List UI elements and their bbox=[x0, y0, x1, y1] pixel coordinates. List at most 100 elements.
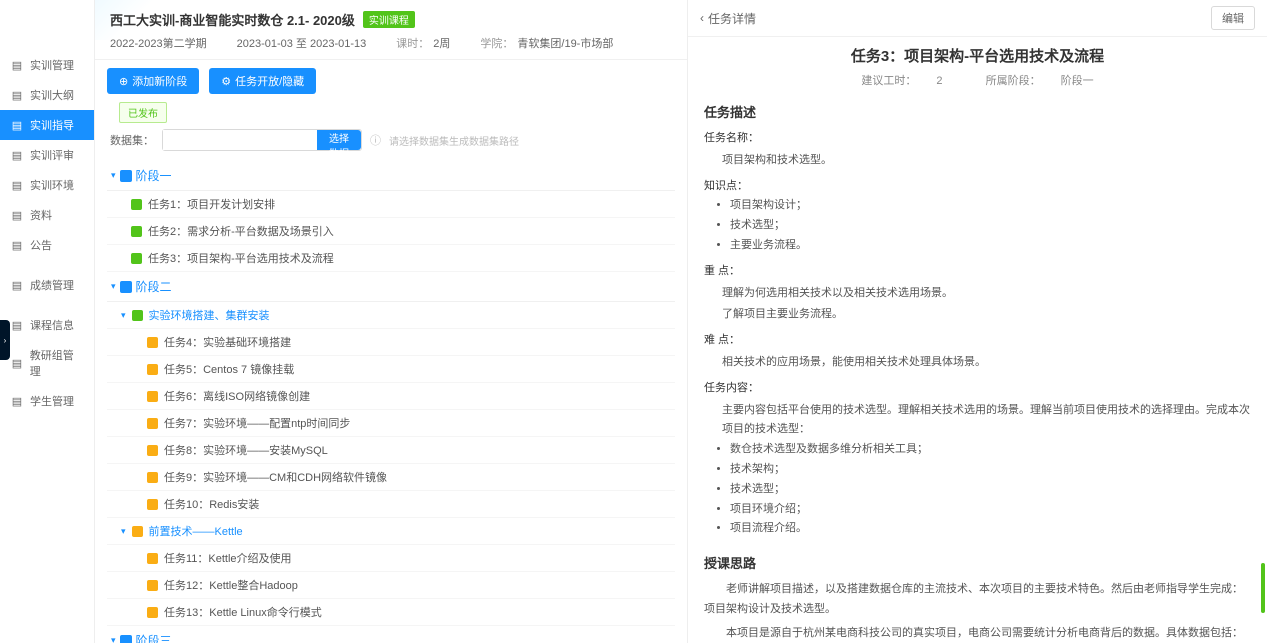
task-icon bbox=[132, 310, 143, 321]
task-icon bbox=[147, 499, 158, 510]
task-icon bbox=[147, 391, 158, 402]
clipboard-icon: ▤ bbox=[10, 58, 24, 72]
task-icon bbox=[147, 364, 158, 375]
task-icon bbox=[131, 253, 142, 264]
expand-handle[interactable]: › bbox=[0, 320, 10, 360]
folder-icon: ▤ bbox=[10, 208, 24, 222]
task-item[interactable]: 任务3：项目架构-平台选用技术及流程 bbox=[107, 245, 675, 272]
task-item[interactable]: 任务13：Kettle Linux命令行模式 bbox=[107, 599, 675, 626]
sidebar-item-grade[interactable]: ▤成绩管理 bbox=[0, 270, 94, 300]
group-icon: ▤ bbox=[10, 356, 24, 370]
course-tag: 实训课程 bbox=[363, 11, 415, 28]
task-icon bbox=[147, 553, 158, 564]
plus-icon: ⊕ bbox=[119, 75, 128, 88]
task-item[interactable]: 任务5：Centos 7 镜像挂载 bbox=[107, 356, 675, 383]
task-icon bbox=[147, 580, 158, 591]
desc-heading: 任务描述 bbox=[704, 102, 1251, 121]
task-item[interactable]: 任务1：项目开发计划安排 bbox=[107, 191, 675, 218]
chart-icon: ▤ bbox=[10, 278, 24, 292]
task-icon bbox=[131, 226, 142, 237]
semester: 2022-2023第二学期 bbox=[110, 35, 207, 51]
main-panel: 西工大实训-商业智能实时数仓 2.1- 2020级 实训课程 2022-2023… bbox=[95, 0, 687, 643]
sidebar-item-review[interactable]: ▤实训评审 bbox=[0, 140, 94, 170]
stage-header-3[interactable]: ▾阶段三 bbox=[107, 626, 675, 643]
publish-status: 已发布 bbox=[119, 102, 167, 123]
substage-header[interactable]: ▾前置技术——Kettle bbox=[107, 518, 675, 545]
task-item[interactable]: 任务2：需求分析-平台数据及场景引入 bbox=[107, 218, 675, 245]
page-title: 西工大实训-商业智能实时数仓 2.1- 2020级 bbox=[110, 10, 355, 29]
task-item[interactable]: 任务6：离线ISO网络镜像创建 bbox=[107, 383, 675, 410]
sidebar-item-env[interactable]: ▤实训环境 bbox=[0, 170, 94, 200]
document-icon: ▤ bbox=[10, 88, 24, 102]
chevron-down-icon: ▾ bbox=[111, 635, 116, 643]
sidebar: ▤实训管理 ▤实训大纲 ▤实训指导 ▤实训评审 ▤实训环境 ▤资料 ▤公告 ▤成… bbox=[0, 0, 95, 643]
scrollbar[interactable] bbox=[1261, 563, 1265, 613]
dataset-selector[interactable]: 选择数据集 bbox=[162, 129, 362, 151]
stage-header-1[interactable]: ▾阶段一 bbox=[107, 161, 675, 191]
teach-heading: 授课思路 bbox=[704, 553, 1251, 572]
stage-icon bbox=[120, 170, 132, 182]
task-icon bbox=[147, 337, 158, 348]
chevron-down-icon: ▾ bbox=[111, 281, 116, 292]
user-icon: ▤ bbox=[10, 394, 24, 408]
gear-icon: ⚙ bbox=[221, 75, 231, 88]
task-icon bbox=[147, 445, 158, 456]
task-item[interactable]: 任务7：实验环境——配置ntp时间同步 bbox=[107, 410, 675, 437]
sidebar-item-outline[interactable]: ▤实训大纲 bbox=[0, 80, 94, 110]
college: 学院：青软集团/19-市场部 bbox=[480, 35, 613, 51]
sidebar-item-training-mgmt[interactable]: ▤实训管理 bbox=[0, 50, 94, 80]
toggle-task-button[interactable]: ⚙任务开放/隐藏 bbox=[209, 68, 316, 94]
detail-meta: 建议工时：2 所属阶段：阶段一 bbox=[704, 72, 1251, 88]
task-icon bbox=[147, 418, 158, 429]
book-icon: ▤ bbox=[10, 118, 24, 132]
substage-header[interactable]: ▾实验环境搭建、集群安装 bbox=[107, 302, 675, 329]
desc-block: 任务名称： 项目架构和技术选型。 知识点： 项目架构设计； 技术选型； 主要业务… bbox=[704, 129, 1251, 539]
page-header: 西工大实训-商业智能实时数仓 2.1- 2020级 实训课程 2022-2023… bbox=[95, 0, 687, 60]
teach-para: 老师讲解项目描述，以及搭建数据仓库的主流技术、本次项目的主要技术特色。然后由老师… bbox=[704, 580, 1251, 620]
stage-icon bbox=[120, 281, 132, 293]
task-icon bbox=[147, 472, 158, 483]
chevron-down-icon: ▾ bbox=[121, 310, 126, 321]
edit-button[interactable]: 编辑 bbox=[1211, 6, 1255, 30]
task-item[interactable]: 任务9：实验环境——CM和CDH网络软件镜像 bbox=[107, 464, 675, 491]
monitor-icon: ▤ bbox=[10, 178, 24, 192]
dataset-input[interactable] bbox=[163, 130, 317, 150]
task-item[interactable]: 任务10：Redis安装 bbox=[107, 491, 675, 518]
add-stage-button[interactable]: ⊕添加新阶段 bbox=[107, 68, 199, 94]
detail-body: 任务3：项目架构-平台选用技术及流程 建议工时：2 所属阶段：阶段一 任务描述 … bbox=[688, 37, 1267, 643]
back-button[interactable]: ‹任务详情 bbox=[700, 10, 756, 27]
task-item[interactable]: 任务8：实验环境——安装MySQL bbox=[107, 437, 675, 464]
dataset-row: 数据集： 选择数据集 ⓘ 请选择数据集生成数据集路径 bbox=[95, 123, 687, 161]
teach-para: 本项目是源自于杭州某电商科技公司的真实项目，电商公司需要统计分析电商背后的数据。… bbox=[704, 624, 1251, 643]
dataset-hint: 请选择数据集生成数据集路径 bbox=[389, 133, 519, 148]
task-item[interactable]: 任务12：Kettle整合Hadoop bbox=[107, 572, 675, 599]
toolbar: ⊕添加新阶段 ⚙任务开放/隐藏 bbox=[95, 60, 687, 102]
sidebar-item-materials[interactable]: ▤资料 bbox=[0, 200, 94, 230]
sidebar-item-students[interactable]: ▤学生管理 bbox=[0, 386, 94, 416]
chevron-down-icon: ▾ bbox=[121, 526, 126, 537]
dataset-label: 数据集： bbox=[110, 132, 154, 148]
chevron-down-icon: ▾ bbox=[111, 170, 116, 181]
chevron-left-icon: ‹ bbox=[700, 11, 704, 25]
stage-header-2[interactable]: ▾阶段二 bbox=[107, 272, 675, 302]
task-detail-panel: ‹任务详情 编辑 任务3：项目架构-平台选用技术及流程 建议工时：2 所属阶段：… bbox=[687, 0, 1267, 643]
task-item[interactable]: 任务11：Kettle介绍及使用 bbox=[107, 545, 675, 572]
books-icon: ▤ bbox=[10, 318, 24, 332]
date-range: 2023-01-03 至 2023-01-13 bbox=[237, 35, 367, 51]
task-icon bbox=[147, 607, 158, 618]
task-item[interactable]: 任务4：实验基础环境搭建 bbox=[107, 329, 675, 356]
sidebar-item-course[interactable]: ▤课程信息 bbox=[0, 310, 94, 340]
bell-icon: ▤ bbox=[10, 238, 24, 252]
select-dataset-button[interactable]: 选择数据集 bbox=[317, 130, 361, 150]
comment-icon: ▤ bbox=[10, 148, 24, 162]
stage-icon bbox=[120, 635, 132, 643]
sidebar-item-teachgroup[interactable]: ▤教研组管理 bbox=[0, 340, 94, 386]
detail-title: 任务3：项目架构-平台选用技术及流程 bbox=[704, 45, 1251, 66]
task-icon bbox=[131, 199, 142, 210]
stage-tree: ▾阶段一 任务1：项目开发计划安排 任务2：需求分析-平台数据及场景引入 任务3… bbox=[95, 161, 687, 643]
info-icon: ⓘ bbox=[370, 132, 381, 148]
sidebar-item-guide[interactable]: ▤实训指导 bbox=[0, 110, 94, 140]
task-icon bbox=[132, 526, 143, 537]
duration: 课时：2周 bbox=[396, 35, 450, 51]
sidebar-item-notice[interactable]: ▤公告 bbox=[0, 230, 94, 260]
